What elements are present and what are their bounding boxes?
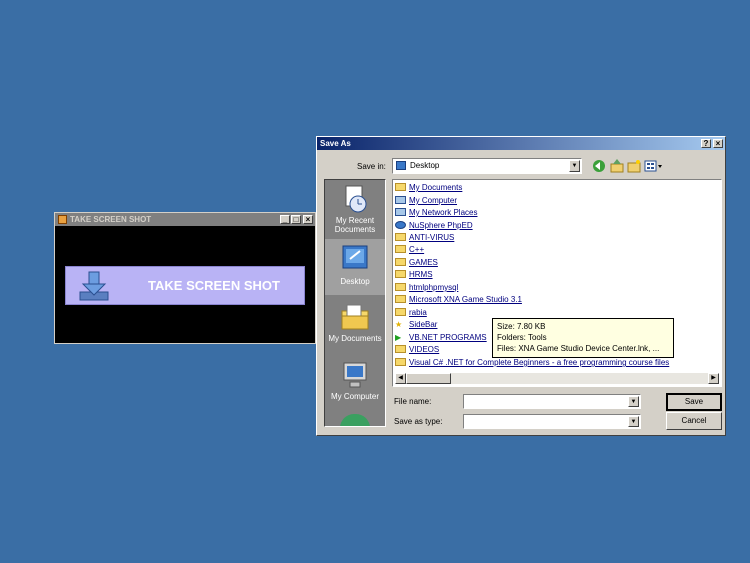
save-in-value: Desktop [410, 161, 440, 170]
desktop-icon [396, 161, 406, 170]
folder-icon [395, 270, 406, 278]
place-label: My Documents [328, 334, 382, 343]
place-my-network-partial[interactable] [340, 414, 370, 426]
place-label: My Recent Documents [334, 216, 376, 234]
folder-icon [395, 345, 406, 353]
place-desktop[interactable]: Desktop [325, 239, 385, 295]
scroll-left-icon[interactable]: ◀ [395, 373, 406, 384]
my-computer-icon [343, 362, 367, 388]
place-my-documents[interactable]: My Documents [325, 298, 385, 354]
up-folder-icon[interactable] [610, 159, 624, 173]
save-as-type-dropdown[interactable]: ▼ [463, 414, 641, 429]
list-item[interactable]: NuSphere PhpED [395, 220, 473, 232]
list-item[interactable]: My Network Places [395, 207, 477, 219]
folder-icon [395, 283, 406, 291]
place-my-computer[interactable]: My Computer [325, 356, 385, 412]
folder-icon [395, 358, 406, 366]
folder-icon [395, 183, 406, 191]
list-item[interactable]: rabia [395, 307, 427, 319]
take-screenshot-label: TAKE SCREEN SHOT [148, 278, 280, 293]
places-bar: My Recent Documents Desktop My Documents… [324, 179, 386, 427]
list-item[interactable]: My Documents [395, 182, 462, 194]
recent-documents-icon [345, 185, 367, 213]
play-icon: ▶ [395, 333, 402, 342]
list-item[interactable]: C++ [395, 244, 424, 256]
help-button[interactable]: ? [701, 139, 711, 148]
star-icon: ★ [395, 320, 403, 329]
new-folder-icon[interactable] [627, 159, 641, 173]
list-item[interactable]: Microsoft XNA Game Studio 3.1 [395, 294, 522, 306]
tooltip-folders: Folders: Tools [497, 333, 547, 342]
place-label: Desktop [340, 277, 370, 286]
save-as-type-label: Save as type: [394, 417, 443, 426]
save-button[interactable]: Save [666, 393, 722, 411]
save-in-label: Save in: [357, 162, 386, 171]
views-menu-icon[interactable] [644, 159, 664, 173]
file-name-label: File name: [394, 397, 432, 406]
chevron-down-icon[interactable]: ▼ [569, 160, 580, 172]
folder-icon [395, 258, 406, 266]
list-item[interactable]: VIDEOS [395, 344, 439, 356]
chevron-down-icon[interactable]: ▼ [628, 416, 639, 427]
minimize-button[interactable]: _ [280, 215, 290, 224]
desktop-icon [342, 245, 368, 269]
save-dialog-title: Save As [320, 139, 351, 148]
take-screenshot-window: TAKE SCREEN SHOT _ □ × TAKE SCREEN SHOT [54, 212, 316, 344]
folder-tooltip: Size: 7.80 KB Folders: Tools Files: XNA … [492, 318, 674, 358]
close-button[interactable]: × [303, 215, 313, 224]
scrollbar-thumb[interactable] [406, 373, 451, 384]
scroll-right-icon[interactable]: ▶ [708, 373, 719, 384]
folder-icon [395, 308, 406, 316]
place-label: My Computer [330, 392, 379, 401]
list-item[interactable]: HRMS [395, 269, 433, 281]
list-item[interactable]: ★ SideBar [395, 319, 437, 331]
my-documents-folder-icon [341, 304, 369, 330]
folder-icon [395, 245, 406, 253]
tss-titlebar[interactable]: TAKE SCREEN SHOT _ □ × [55, 213, 315, 226]
back-icon[interactable] [592, 159, 606, 173]
cancel-button[interactable]: Cancel [666, 412, 722, 430]
close-button[interactable]: × [713, 139, 723, 148]
list-item[interactable]: My Computer [395, 195, 457, 207]
tooltip-files: Files: XNA Game Studio Device Center.lnk… [497, 344, 660, 353]
list-item[interactable]: GAMES [395, 257, 438, 269]
list-item[interactable]: Visual C# .NET for Complete Beginners - … [395, 357, 669, 369]
computer-icon [395, 196, 406, 204]
horizontal-scrollbar[interactable]: ◀ ▶ [395, 373, 719, 384]
list-item[interactable]: ▶ VB.NET PROGRAMS [395, 332, 487, 344]
folder-icon [395, 295, 406, 303]
take-screenshot-button[interactable]: TAKE SCREEN SHOT [65, 266, 305, 305]
file-name-input[interactable]: ▼ [463, 394, 641, 409]
save-as-dialog: Save As ? × Save in: Desktop ▼ My Recent… [316, 136, 726, 436]
tss-title: TAKE SCREEN SHOT [70, 215, 152, 224]
folder-icon [395, 233, 406, 241]
phped-icon [395, 221, 406, 229]
place-my-recent-documents[interactable]: My Recent Documents [325, 180, 385, 236]
download-icon [79, 271, 109, 301]
list-item[interactable]: htmlphpmysql [395, 282, 458, 294]
tooltip-size: Size: 7.80 KB [497, 322, 546, 331]
maximize-button[interactable]: □ [291, 215, 301, 224]
chevron-down-icon[interactable]: ▼ [628, 396, 639, 407]
save-dialog-titlebar[interactable]: Save As ? × [317, 137, 725, 150]
save-in-dropdown[interactable]: Desktop ▼ [392, 158, 582, 174]
list-item[interactable]: ANTI-VIRUS [395, 232, 454, 244]
network-icon [395, 208, 406, 216]
app-icon [58, 215, 67, 224]
